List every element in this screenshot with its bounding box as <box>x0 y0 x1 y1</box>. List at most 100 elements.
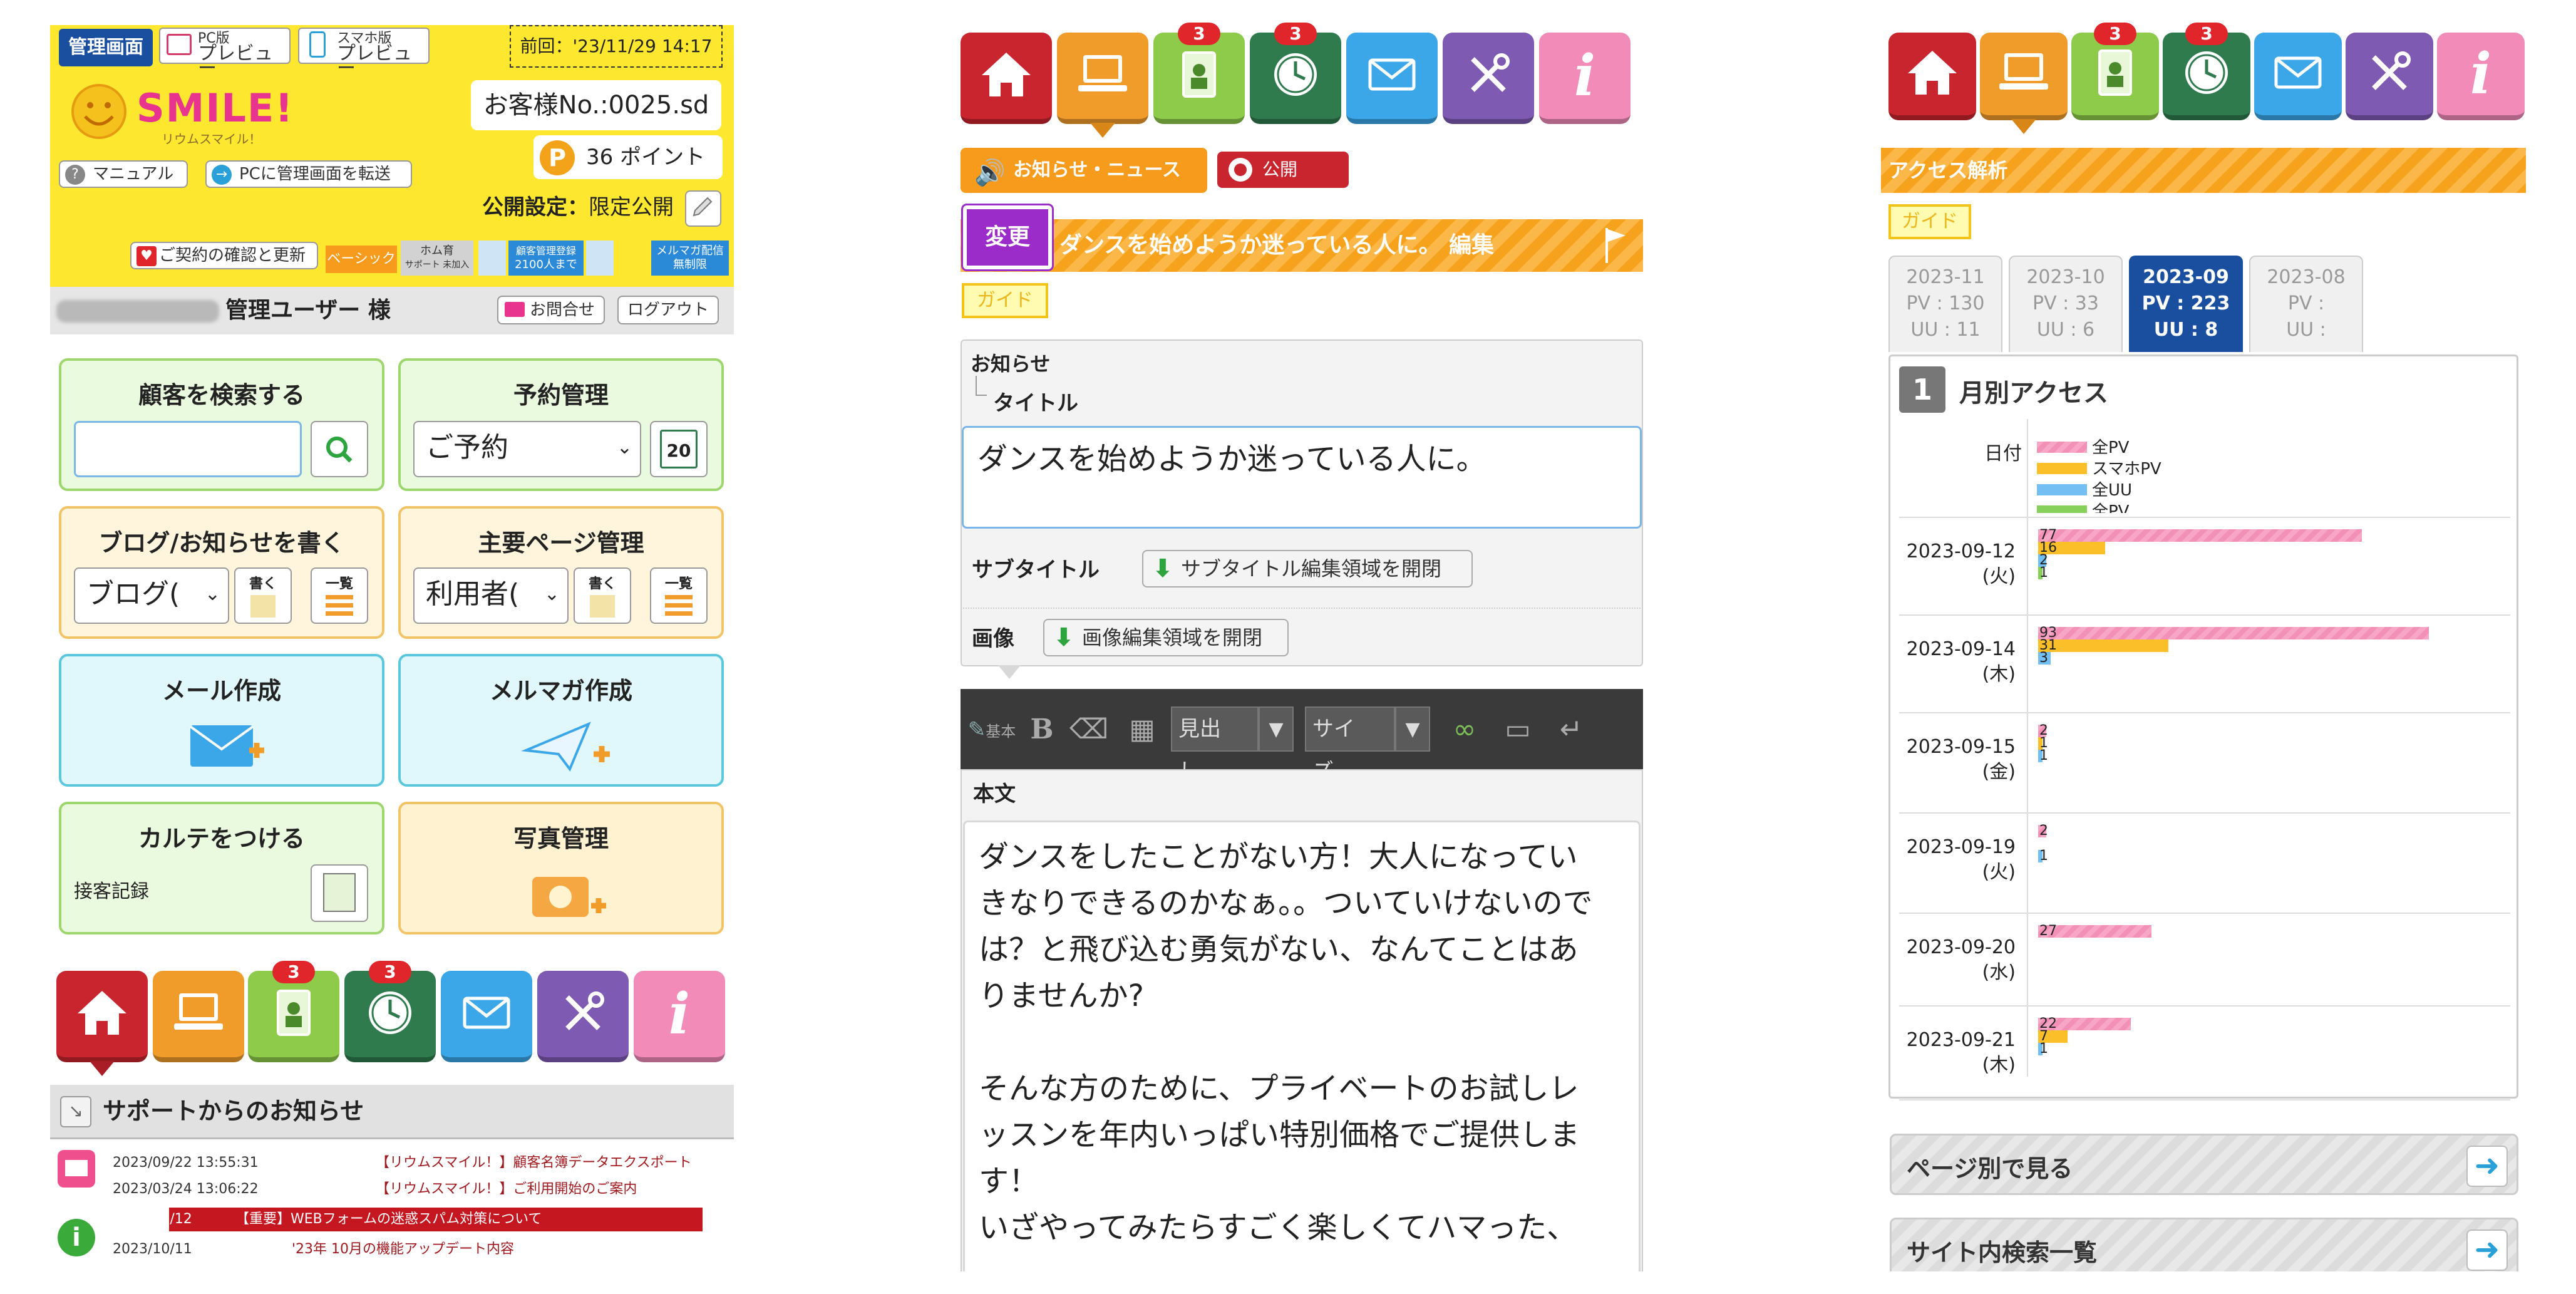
chevron-down-icon: ⌄ <box>616 437 632 458</box>
change-button[interactable]: 変更 <box>963 205 1052 269</box>
customer-limit-sub: 2100人まで <box>515 258 577 271</box>
text-color-icon[interactable]: ▦ <box>1117 708 1167 752</box>
nav-tools-button[interactable] <box>1443 33 1534 124</box>
nav-mail-button[interactable] <box>441 971 532 1062</box>
tools-icon <box>1460 46 1517 105</box>
karte-tile[interactable]: カルテをつける 接客記録 <box>59 802 384 934</box>
pencil-icon[interactable] <box>685 190 721 227</box>
pc-preview-button[interactable]: PC版 プレビュー <box>159 28 291 78</box>
legend-label: スマホPV <box>2092 460 2161 479</box>
search-icon <box>326 437 353 463</box>
notification-badge: 3 <box>369 961 411 983</box>
publish-status-text: 公開 <box>1262 159 1298 180</box>
nav-tools-button[interactable] <box>2346 33 2433 120</box>
title-input[interactable]: ダンスを始めようか迷っている人に。 <box>962 426 1642 529</box>
nav-clock-button[interactable]: 3 <box>2163 23 2250 120</box>
contract-button[interactable]: ♥ ご契約の確認と更新 <box>130 242 318 269</box>
mail-news-icon <box>58 1150 95 1188</box>
subtitle-toggle-button[interactable]: ⬇ サブタイトル編集領域を開閉 <box>1142 550 1473 587</box>
user-name: 管理ユーザー 様 <box>56 293 391 328</box>
return-icon[interactable]: ↵ <box>1549 708 1593 752</box>
guide-button[interactable]: ガイド <box>962 283 1048 318</box>
publish-status[interactable]: 公開 <box>1217 152 1349 188</box>
nav-customer-button[interactable]: 3 <box>1153 23 1245 124</box>
bold-button[interactable]: B <box>1023 708 1061 752</box>
size-select[interactable]: サイズ... <box>1305 707 1395 784</box>
search-button[interactable] <box>311 421 368 477</box>
legend-label: 全UU <box>2092 481 2133 500</box>
heading-select[interactable]: 見出し... <box>1171 707 1259 784</box>
nav-mail-button[interactable] <box>2254 33 2342 120</box>
chart-date-label: 2023-09-21 (木) <box>1903 1028 2016 1078</box>
nav-info-button[interactable]: i <box>2437 33 2525 120</box>
nav-mail-button[interactable] <box>1346 33 1438 124</box>
blog-write-label: 書く <box>249 576 277 592</box>
points-coin-icon: P <box>540 140 575 175</box>
contact-button[interactable]: お問合せ <box>497 296 605 324</box>
eraser-icon[interactable]: ⌫ <box>1067 708 1111 752</box>
photo-tile[interactable]: 写真管理 <box>398 802 724 934</box>
editor-toolbar: ✎基本 B ⌫ ▦ 見出し... ▼ サイズ... ▼ ∞ ▭ ↵ <box>961 689 1643 784</box>
list-icon <box>326 595 353 618</box>
basic-tool-button[interactable]: ✎基本 <box>967 708 1017 752</box>
news-edit-screen: 33i 🔊 お知らせ・ニュース 公開 ダンスを始めようか迷っている人に。 編集 … <box>961 0 1643 1271</box>
blog-list-button[interactable]: 一覧 <box>311 567 368 624</box>
image-toggle-button[interactable]: ⬇ 画像編集領域を開閉 <box>1043 619 1289 656</box>
section-header: アクセス解析 <box>1881 148 2526 193</box>
chart-date: 2023-09-19 <box>1906 836 2016 858</box>
nav-clock-button[interactable]: 3 <box>1250 23 1341 124</box>
blog-select[interactable]: ブログ(⌄ <box>74 567 229 624</box>
nav-customer-button[interactable]: 3 <box>248 961 339 1062</box>
nav-customer-button[interactable]: 3 <box>2071 23 2159 120</box>
body-textarea[interactable]: ダンスをしたことがない方！大人になってい きなりできるのかなぁ。。ついていけない… <box>963 820 1641 1271</box>
nav-home-button[interactable] <box>961 33 1052 124</box>
nav-info-button[interactable]: i <box>634 971 725 1062</box>
calendar-button[interactable]: 20 <box>650 421 708 477</box>
panel-title: 月別アクセス <box>1959 379 2108 408</box>
nav-home-button[interactable] <box>1888 33 1976 120</box>
image-insert-icon[interactable]: ▭ <box>1493 708 1543 752</box>
chart-value-label: 1 <box>2039 748 2048 763</box>
mail-tile[interactable]: メール作成 <box>59 654 384 787</box>
guide-button[interactable]: ガイド <box>1888 204 1971 239</box>
nav-pc-button[interactable] <box>1057 33 1148 138</box>
mailmag-tag-icon <box>586 241 614 276</box>
admin-tab[interactable]: 管理画面 <box>59 29 153 66</box>
link-icon[interactable]: ∞ <box>1443 708 1486 752</box>
chart-date-label: 2023-09-20 (水) <box>1903 935 2016 985</box>
chevron-down-icon[interactable]: ▼ <box>1395 707 1430 752</box>
blog-tile: ブログ/お知らせを書く ブログ(⌄ 書く 一覧 <box>59 506 384 639</box>
nav-home-button[interactable] <box>56 971 148 1076</box>
nav-clock-button[interactable]: 3 <box>344 961 436 1062</box>
month-tab-2023-09[interactable]: 2023-09 PV : 223 UU : 8 <box>2129 256 2243 352</box>
mail-icon <box>1364 46 1420 105</box>
mail-icon <box>2270 44 2326 103</box>
transfer-icon: → <box>212 165 232 185</box>
site-search-list-button[interactable]: サイト内検索一覧 ➜ <box>1890 1218 2518 1271</box>
page-view-button[interactable]: ページ別で見る ➜ <box>1890 1134 2518 1195</box>
month-tab-2023-08[interactable]: 2023-08 PV : UU : <box>2249 256 2363 352</box>
news-link[interactable]: 【重要】WEBフォームの迷惑スパム対策について <box>235 1209 586 1230</box>
nav-pc-button[interactable] <box>153 971 244 1062</box>
news-link[interactable]: 【リウムスマイル！】顧客名簿データエクスポート <box>376 1152 726 1174</box>
logout-button[interactable]: ログアウト <box>617 296 719 324</box>
nav-pc-button[interactable] <box>1980 33 2068 134</box>
nav-tools-button[interactable] <box>537 971 629 1062</box>
manual-button[interactable]: ? マニュアル <box>59 160 188 188</box>
customer-search-input[interactable] <box>74 421 302 477</box>
pages-select[interactable]: 利用者(⌄ <box>413 567 569 624</box>
nav-info-button[interactable]: i <box>1539 33 1631 124</box>
news-link[interactable]: '23年 10月の機能アップデート内容 <box>292 1239 642 1260</box>
chevron-down-icon[interactable]: ▼ <box>1259 707 1294 752</box>
news-link[interactable]: 【リウムスマイル！】ご利用開始のご案内 <box>376 1179 726 1200</box>
blog-write-button[interactable]: 書く <box>234 567 292 624</box>
mailmag-tile[interactable]: メルマガ作成 <box>398 654 724 787</box>
sp-preview-button[interactable]: スマホ版 プレビュー <box>298 28 430 78</box>
legend-swatch-sp <box>2037 463 2087 474</box>
pages-write-button[interactable]: 書く <box>574 567 631 624</box>
pages-list-button[interactable]: 一覧 <box>650 567 708 624</box>
transfer-button[interactable]: → PCに管理画面を転送 <box>205 160 412 188</box>
month-tab-2023-11[interactable]: 2023-11 PV : 130 UU : 11 <box>1888 256 2002 352</box>
reservation-select[interactable]: ご予約 ⌄ <box>413 421 641 477</box>
month-tab-2023-10[interactable]: 2023-10 PV : 33 UU : 6 <box>2009 256 2123 352</box>
